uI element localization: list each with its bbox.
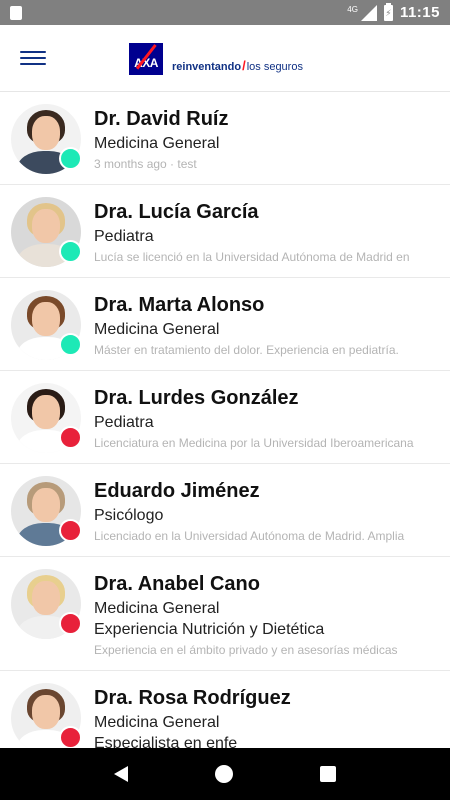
- avatar-container: [11, 683, 82, 748]
- status-bar: 4G 11:15: [0, 0, 450, 25]
- status-online-indicator: [59, 333, 82, 356]
- doctor-list-item[interactable]: Dra. Marta Alonso Medicina General Máster …: [0, 278, 450, 371]
- battery-charging-icon: [383, 2, 393, 21]
- status-offline-indicator: [59, 612, 82, 635]
- doctor-list: Dr. David Ruíz Medicina General 3 months a…: [0, 92, 450, 748]
- doctor-specialty: Psicólogo: [94, 507, 164, 524]
- navigation-bar: [0, 748, 450, 800]
- doctor-specialty-extra: Especialista en enfe: [94, 735, 238, 748]
- doctor-description: Máster en tratamiento del dolor. Experie…: [94, 343, 399, 357]
- clock: 11:15: [399, 4, 440, 21]
- avatar-container: [11, 104, 82, 174]
- tagline-slash: /: [242, 58, 246, 73]
- brand-logo: AXA reinventando/los seguros: [129, 43, 303, 75]
- doctor-list-item[interactable]: Dr. David Ruíz Medicina General 3 months a…: [0, 92, 450, 185]
- tagline: reinventando/los seguros: [172, 58, 303, 75]
- doctor-description: Licenciado en la Universidad Autónoma de…: [94, 529, 405, 543]
- signal-icon: [360, 4, 377, 21]
- tagline-rest: los seguros: [246, 61, 303, 73]
- network-type: 4G: [347, 5, 358, 14]
- axa-logo: AXA: [129, 43, 163, 75]
- doctor-specialty: Medicina General: [94, 321, 220, 338]
- avatar-container: [11, 197, 82, 267]
- tagline-bold: reinventando: [172, 61, 242, 73]
- doctor-description: 3 months ago · test: [94, 157, 197, 171]
- doctor-name: Dr. David Ruíz: [94, 108, 229, 130]
- status-offline-indicator: [59, 426, 82, 449]
- avatar-container: [11, 476, 82, 546]
- doctor-description: Experiencia en el ámbito privado y en as…: [94, 643, 398, 657]
- avatar-container: [11, 569, 82, 639]
- status-online-indicator: [59, 147, 82, 170]
- doctor-specialty: Medicina General: [94, 135, 220, 152]
- doctor-name: Dra. Lurdes González: [94, 387, 299, 409]
- doctor-name: Dra. Lucía García: [94, 201, 259, 223]
- doctor-name: Dra. Marta Alonso: [94, 294, 265, 316]
- doctor-specialty: Pediatra: [94, 228, 154, 245]
- doctor-name: Dra. Rosa Rodríguez: [94, 687, 291, 709]
- doctor-description: Licenciatura en Medicina por la Universi…: [94, 436, 414, 450]
- back-icon[interactable]: [113, 766, 128, 782]
- avatar-container: [11, 290, 82, 360]
- status-offline-indicator: [59, 519, 82, 542]
- doctor-specialty: Pediatra: [94, 414, 154, 431]
- doctor-specialty-extra: Experiencia Nutrición y Dietética: [94, 621, 325, 638]
- doctor-list-item[interactable]: Eduardo Jiménez Psicólogo Licenciado en la…: [0, 464, 450, 557]
- doctor-specialty: Medicina General: [94, 714, 220, 731]
- app-bar: AXA reinventando/los seguros: [0, 25, 450, 92]
- doctor-specialty: Medicina General: [94, 600, 220, 617]
- hamburger-menu-icon[interactable]: [20, 47, 48, 69]
- doctor-list-item[interactable]: Dra. Lucía García Pediatra Lucía se licenc…: [0, 185, 450, 278]
- doctor-description: Lucía se licenció en la Universidad Autó…: [94, 250, 410, 264]
- doctor-list-item[interactable]: Dra. Lurdes González Pediatra Licenciatura…: [0, 371, 450, 464]
- doctor-name: Eduardo Jiménez: [94, 480, 260, 502]
- status-offline-indicator: [59, 726, 82, 748]
- status-online-indicator: [59, 240, 82, 263]
- avatar-container: [11, 383, 82, 453]
- sd-card-icon: [10, 5, 22, 20]
- home-icon[interactable]: [214, 765, 233, 783]
- doctor-list-item[interactable]: Dra. Rosa Rodríguez Medicina General Espec…: [0, 671, 450, 748]
- doctor-name: Dra. Anabel Cano: [94, 573, 260, 595]
- doctor-list-item[interactable]: Dra. Anabel Cano Medicina General Experien…: [0, 557, 450, 671]
- recent-apps-icon[interactable]: [320, 766, 337, 782]
